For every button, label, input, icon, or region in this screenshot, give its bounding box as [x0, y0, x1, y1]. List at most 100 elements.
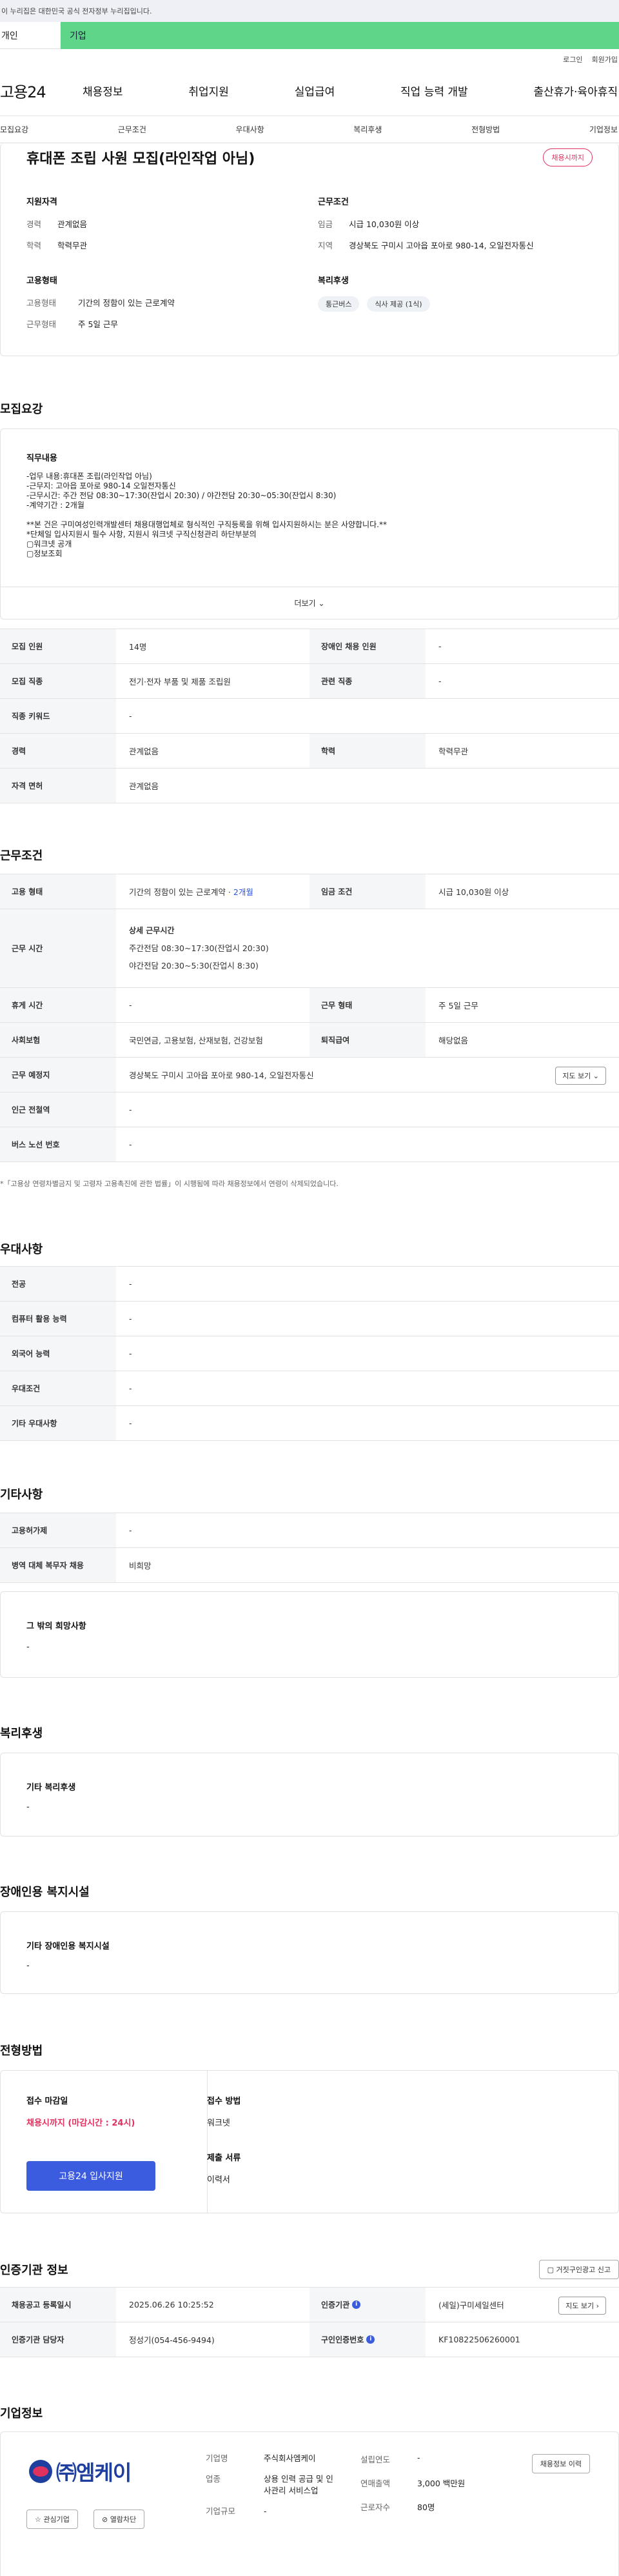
gnb-item-jobs[interactable]: 채용정보 — [83, 83, 123, 99]
deadline-value: 채용시까지 (마감시간 : 24시) — [26, 2118, 135, 2128]
table-header: 고용허가제 — [0, 1513, 116, 1547]
cond-key: 지역 — [318, 241, 333, 250]
table-header: 장애인 채용 인원 — [310, 629, 426, 663]
section-title-pref: 우대사항 — [0, 1243, 43, 1256]
company-key: 근로자수 — [360, 2502, 391, 2512]
table-header: 고용 형태 — [0, 874, 116, 909]
cert-num-key: 구인인증번호 — [321, 2335, 364, 2344]
block-company-button[interactable]: ⊘ 열람차단 — [93, 2510, 145, 2529]
form-key: 고용형태 — [26, 298, 57, 308]
info-icon[interactable]: i — [352, 2300, 361, 2309]
emp-months: 2개월 — [233, 887, 253, 897]
section-title-cert: 인증기관 정보 — [0, 2264, 68, 2277]
etc-table: 고용허가제 - 병역 대체 복무자 채용 비희망 — [0, 1513, 619, 1583]
anchor-tab-work[interactable]: 근무조건 — [118, 124, 146, 135]
table-header: 구인인증번호 i — [310, 2322, 426, 2357]
login-link[interactable]: 로그인 — [563, 54, 582, 66]
anchor-tab-welfare[interactable]: 복리후생 — [353, 124, 382, 135]
table-header: 모집 인원 — [0, 629, 116, 663]
docs-value: 이력서 — [207, 2175, 230, 2185]
table-cell: - — [129, 1105, 132, 1114]
table-cell: - — [438, 676, 442, 686]
cert-org-key: 인증기관 — [321, 2300, 350, 2309]
qualification-block: 지원자격 경력 관계없음 학력 학력무관 — [26, 195, 87, 260]
table-cell: 주 5일 근무 — [438, 1001, 478, 1011]
disability-box-title: 기타 장애인용 복지시설 — [26, 1942, 110, 1951]
table-cell: - — [129, 1279, 132, 1289]
block-label: 열람차단 — [110, 2515, 137, 2524]
duty-title: 직무내용 — [26, 454, 57, 463]
method-value: 워크넷 — [207, 2118, 230, 2128]
company-box: ㈜엠케이 ☆ 관심기업 ⊘ 열람차단 기업명 주식회사엠케이 업종 상용 인력 공급… — [0, 2431, 619, 2576]
form-value: 주 5일 근무 — [78, 319, 118, 329]
gnb-item-training[interactable]: 직업 능력 개발 — [400, 83, 468, 99]
logo-mark-icon — [29, 2460, 52, 2483]
qual-value: 학력무관 — [57, 241, 88, 250]
table-cell: 관계없음 — [129, 781, 159, 791]
gnb-item-leave[interactable]: 출산휴가·육아휴직 — [533, 83, 618, 99]
anchor-tab-pref[interactable]: 우대사항 — [236, 124, 264, 135]
duty-line: ▢워크넷 공개 — [26, 539, 72, 548]
table-header: 인증기관 i — [310, 2288, 426, 2322]
global-nav: 고용24 채용정보 취업지원 실업급여 직업 능력 개발 출산휴가·육아휴직 — [0, 66, 619, 116]
table-header: 자격 면허 — [0, 769, 116, 803]
job-summary-card: 휴대폰 조립 사원 모집(라인작업 아님) 채용시까지 지원자격 경력 관계없음 … — [0, 143, 619, 356]
cert-table: 채용공고 등록일시 2025.06.26 10:25:52 인증기관 i (세일)… — [0, 2287, 619, 2357]
section-title-work: 근무조건 — [0, 849, 43, 863]
job-title: 휴대폰 조립 사원 모집(라인작업 아님) — [26, 151, 255, 167]
site-logo[interactable]: 고용24 — [0, 79, 83, 102]
cond-value: 경상북도 구미시 고아읍 포아로 980-14, 오일전자통신 — [349, 241, 534, 250]
table-cell: 기간의 정함이 있는 근로계약 · 2개월 — [116, 874, 310, 909]
recruit-table: 모집 인원 14명 장애인 채용 인원 - 모집 직종 전기·전자 부품 및 제… — [0, 629, 619, 803]
company-logo: ㈜엠케이 — [29, 2457, 132, 2486]
table-cell: 14명 — [129, 642, 147, 652]
table-header: 모집 직종 — [0, 664, 116, 698]
anchor-tab-recruit[interactable]: 모집요강 — [0, 124, 28, 135]
more-button[interactable]: 더보기 ⌄ — [1, 587, 618, 619]
gnb-item-unemployment-benefit[interactable]: 실업급여 — [295, 83, 335, 99]
company-key: 설립연도 — [360, 2455, 391, 2464]
duty-line: *단체일 입사지원시 필수 사항, 지원시 워크넷 구직신청관리 하단부분의 — [26, 530, 257, 539]
star-icon: ☆ — [35, 2515, 41, 2524]
work-table: 고용 형태 기간의 정함이 있는 근로계약 · 2개월 임금 조건 시급 10,… — [0, 874, 619, 1162]
job-history-button[interactable]: 채용정보 이력 — [531, 2454, 590, 2473]
anchor-tab-company[interactable]: 기업정보 — [589, 124, 618, 135]
more-label: 더보기 — [294, 599, 316, 608]
anchor-tab-selection[interactable]: 전형방법 — [471, 124, 500, 135]
tab-corporate[interactable]: 기업 — [61, 22, 619, 49]
company-logo-text: ㈜엠케이 — [56, 2460, 132, 2485]
welfare-summary-title: 복리후생 — [318, 276, 349, 286]
table-cell: - — [129, 1349, 132, 1358]
table-header: 학력 — [310, 734, 426, 768]
disability-box: 기타 장애인용 복지시설 - — [0, 1911, 619, 1994]
tab-personal[interactable]: 개인 — [0, 22, 61, 49]
join-link[interactable]: 회원가입 — [592, 54, 618, 66]
table-cell: 시급 10,030원 이상 — [438, 887, 509, 897]
gnb-item-employment-support[interactable]: 취업지원 — [188, 83, 229, 99]
table-cell: - — [129, 1140, 132, 1149]
section-title-etc: 기타사항 — [0, 1488, 43, 1502]
company-value: 3,000 백만원 — [417, 2479, 466, 2488]
duty-line: -근무지: 고아읍 포아로 980-14 오일전자통신 — [26, 481, 176, 490]
emp-type-value: 기간의 정함이 있는 근로계약 · — [129, 887, 231, 897]
table-cell: - — [129, 711, 132, 721]
table-cell: - — [129, 1314, 132, 1323]
chevron-down-icon: ⌄ — [593, 1072, 599, 1080]
duty-line: -근무시간: 주간 전담 08:30~17:30(잔업시 20:30) / 야간… — [26, 491, 337, 500]
cert-map-button[interactable]: 지도 보기 › — [558, 2297, 606, 2315]
condition-title: 근무조건 — [318, 197, 349, 207]
employment-form-block: 고용형태 고용형태 기간의 정함이 있는 근로계약 근무형태 주 5일 근무 — [26, 274, 175, 339]
divider — [207, 2071, 208, 2213]
map-button[interactable]: 지도 보기 ⌄ — [555, 1067, 606, 1085]
company-info-right: 설립연도 - 연매출액 3,000 백만원 근로자수 80명 — [360, 2453, 515, 2513]
apply-button[interactable]: 고용24 입사지원 — [26, 2161, 155, 2191]
table-header: 컴퓨터 활용 능력 — [0, 1302, 116, 1336]
favorite-company-button[interactable]: ☆ 관심기업 — [26, 2510, 78, 2529]
qualification-title: 지원자격 — [26, 197, 57, 207]
duty-line: ▢정보조회 — [26, 549, 63, 558]
table-header: 기타 우대사항 — [0, 1406, 116, 1440]
report-button[interactable]: ▢ 거짓구인광고 신고 — [538, 2260, 619, 2279]
info-icon[interactable]: i — [366, 2335, 375, 2344]
company-value: - — [417, 2453, 420, 2462]
selection-box: 접수 마감일 채용시까지 (마감시간 : 24시) 고용24 입사지원 접수 방… — [0, 2070, 619, 2213]
